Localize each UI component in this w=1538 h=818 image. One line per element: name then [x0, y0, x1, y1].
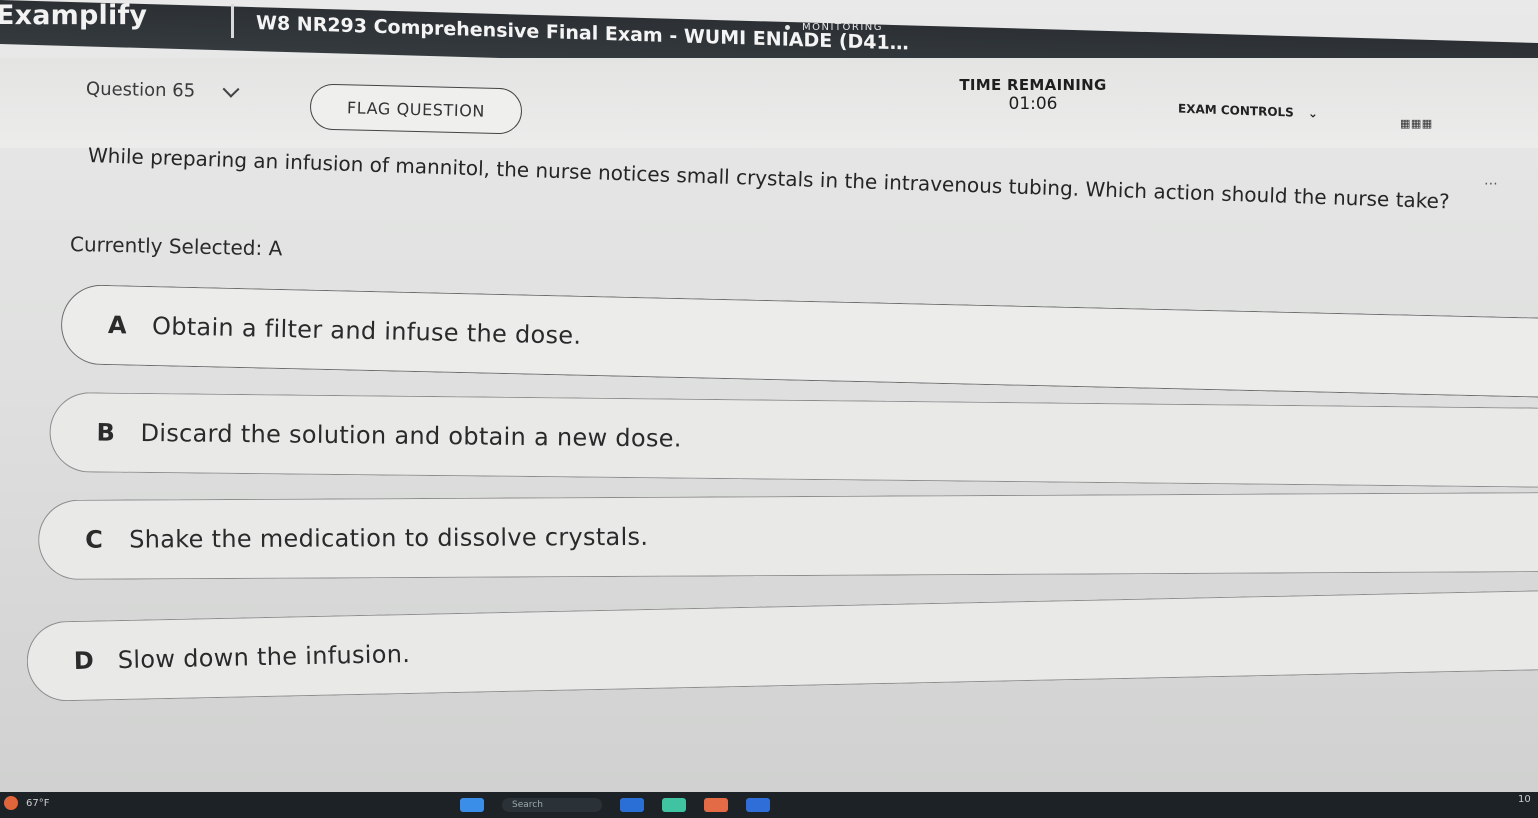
taskbar-search[interactable]: Search: [502, 798, 602, 812]
option-text: Obtain a filter and infuse the dose.: [151, 312, 582, 350]
answer-option-c[interactable]: C Shake the medication to dissolve cryst…: [38, 491, 1538, 580]
windows-start-icon[interactable]: [460, 798, 484, 812]
option-text: Slow down the infusion.: [117, 639, 411, 675]
question-selector[interactable]: Question 65: [85, 78, 240, 103]
option-letter: C: [85, 525, 103, 554]
word-icon[interactable]: [746, 798, 770, 812]
option-letter: A: [107, 311, 127, 340]
answer-option-a[interactable]: A Obtain a filter and infuse the dose.: [60, 284, 1538, 400]
chevron-down-icon: ⌄: [1307, 106, 1318, 121]
browser-icon[interactable]: [620, 798, 644, 812]
taskbar-apps: Search: [460, 798, 770, 812]
flag-question-button[interactable]: FLAG QUESTION: [309, 83, 523, 135]
time-remaining-value: 01:06: [1008, 94, 1058, 114]
toolkit-icon: ▦▦▦: [1400, 117, 1433, 130]
answer-option-d[interactable]: D Slow down the infusion.: [26, 589, 1538, 702]
option-letter: B: [96, 418, 116, 447]
option-letter: D: [73, 646, 95, 676]
monitoring-label: MONITORING: [802, 22, 884, 33]
header-divider: [231, 4, 234, 38]
question-header: [0, 58, 1538, 148]
time-remaining: TIME REMAINING 01:06: [958, 76, 1108, 114]
weather-widget[interactable]: 67°F: [4, 796, 49, 810]
time-remaining-label: TIME REMAINING: [959, 76, 1107, 94]
monitoring-indicator: MONITORING: [785, 22, 883, 33]
exam-screen: Examplify W8 NR293 Comprehensive Final E…: [0, 0, 1538, 818]
weather-sun-icon: [4, 796, 18, 810]
weather-temp: 67°F: [26, 797, 50, 809]
option-text: Discard the solution and obtain a new do…: [140, 418, 682, 453]
question-number: Question 65: [85, 78, 196, 102]
option-text: Shake the medication to dissolve crystal…: [129, 522, 649, 554]
app-logo: Examplify: [0, 0, 148, 31]
taskbar: 67°F Search 10: [0, 792, 1538, 818]
answer-option-b[interactable]: B Discard the solution and obtain a new …: [49, 392, 1538, 489]
taskbar-clock: 10: [1518, 794, 1531, 805]
edge-icon[interactable]: [662, 798, 686, 812]
app-icon[interactable]: [704, 798, 728, 812]
question-stem: While preparing an infusion of mannitol,…: [87, 143, 1450, 214]
recording-dot-icon: [785, 25, 790, 30]
currently-selected: Currently Selected: A: [69, 232, 283, 261]
more-options-icon[interactable]: ⋯: [1484, 176, 1498, 192]
toolkit-menu[interactable]: ▦▦▦: [1400, 117, 1433, 130]
